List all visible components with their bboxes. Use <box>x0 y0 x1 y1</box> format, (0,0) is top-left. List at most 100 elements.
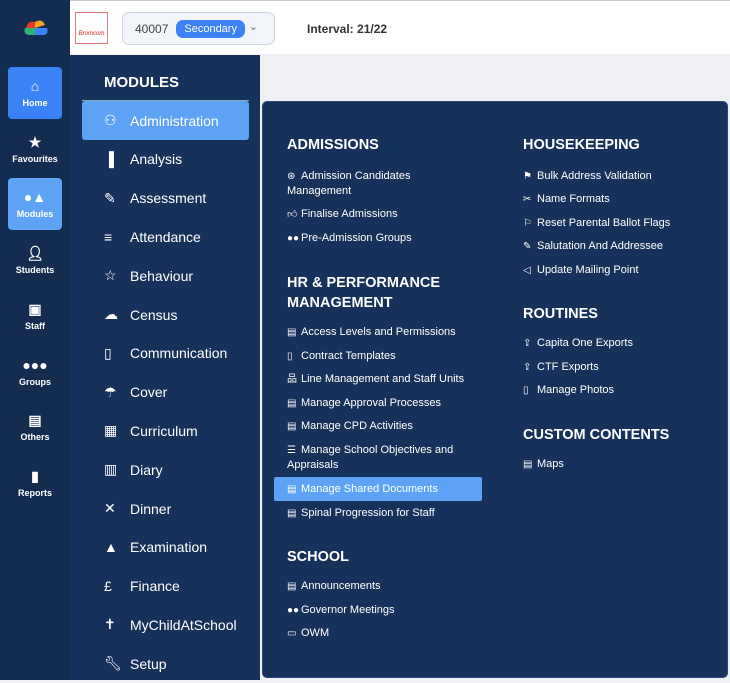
module-item-finance[interactable]: £ Finance <box>82 567 249 606</box>
module-label: Finance <box>130 578 180 595</box>
menu-item[interactable]: ●● Governor Meetings <box>287 603 395 618</box>
module-item-setup[interactable]: 🔧︎ Setup <box>82 644 249 683</box>
menu-item[interactable]: ●● Pre-Admission Groups <box>287 231 412 246</box>
menu-item[interactable]: 👍︎ Finalise Admissions <box>287 207 398 222</box>
menu-item[interactable]: ⚑ Bulk Address Validation <box>523 169 652 184</box>
window-icon: ▭ <box>287 628 297 639</box>
school-type-badge: Secondary <box>176 19 245 38</box>
menu-item[interactable]: ▤ Maps <box>523 457 564 472</box>
left-rail: ⌂ Home ★ Favourites ●▲ Modules 👤︎ Students ▣… <box>0 0 70 680</box>
top-header: Bromcom 40007 Secondary ⌄ Interval: 21/2… <box>70 0 730 54</box>
menu-item[interactable]: ⇪ CTF Exports <box>523 360 599 375</box>
id-icon: ⊛ <box>287 171 296 182</box>
menu-item[interactable]: ◁ Update Mailing Point <box>523 263 639 278</box>
module-item-administration[interactable]: ⚇ Administration <box>82 101 249 140</box>
rail-modules[interactable]: ●▲ Modules <box>8 178 62 230</box>
menu-item[interactable]: ☰ Manage School Objectives and Appraisals <box>287 443 467 473</box>
menu-item[interactable]: ▯ Contract Templates <box>287 349 396 364</box>
upload-icon: ⇪ <box>523 362 532 373</box>
chevron-down-icon: ⌄ <box>248 21 258 33</box>
cloud-upload-icon: ☁ <box>104 306 118 322</box>
menu-item[interactable]: ▤ Spinal Progression for Staff <box>287 506 435 521</box>
menu-item-label: Bulk Address Validation <box>537 170 652 182</box>
module-item-analysis[interactable]: ▐ Analysis <box>82 140 249 179</box>
module-item-dinner[interactable]: ✕ Dinner <box>82 489 249 528</box>
module-item-examination[interactable]: ▲ Examination <box>82 528 249 567</box>
module-item-census[interactable]: ☁ Census <box>82 295 249 334</box>
section-heading-hr: HR & PERFORMANCE MANAGEMENT <box>287 275 441 311</box>
rail-groups[interactable]: ●●● Groups <box>8 346 62 398</box>
menu-item-label: CTF Exports <box>537 361 599 373</box>
users-icon: ⚇ <box>104 112 117 128</box>
newspaper-icon: ▤ <box>287 581 297 592</box>
pencil-icon: ✎ <box>104 189 116 206</box>
section-heading-school: SCHOOL <box>287 549 350 565</box>
menu-item[interactable]: ▤ Manage CPD Activities <box>287 419 413 434</box>
module-item-cover[interactable]: ☂ Cover <box>82 373 249 412</box>
menu-item-label: Maps <box>537 458 564 470</box>
menu-item-label: Manage CPD Activities <box>301 420 413 432</box>
menu-item[interactable]: ▤ Access Levels and Permissions <box>287 325 456 340</box>
administration-flyout: ADMISSIONS ⊛ Admission Candidates Manageme… <box>262 101 728 678</box>
user-icon: 👤︎ <box>26 245 44 261</box>
menu-item-label: Manage Shared Documents <box>301 483 438 495</box>
module-item-diary[interactable]: ▥ Diary <box>82 450 249 489</box>
menu-item[interactable]: ⊛ Admission Candidates Management <box>287 169 467 199</box>
home-icon: ⌂ <box>30 78 40 94</box>
menu-item[interactable]: ✂ Name Formats <box>523 192 610 207</box>
modules-title: MODULES <box>104 74 179 91</box>
module-item-attendance[interactable]: ≡ Attendance <box>82 217 249 256</box>
thumbs-up-icon: 👍︎ <box>287 209 298 220</box>
menu-item[interactable]: ▤ Manage Approval Processes <box>287 396 441 411</box>
menu-item-label: Announcements <box>301 580 381 592</box>
interval-label: Interval: 21/22 <box>307 22 388 36</box>
module-label: Setup <box>130 655 167 672</box>
menu-item[interactable]: ▭ OWM <box>287 626 329 641</box>
book-icon: ▥ <box>104 461 118 478</box>
module-label: Assessment <box>130 190 207 207</box>
rail-students[interactable]: 👤︎ Students <box>8 234 62 286</box>
signs-icon: ⚑ <box>523 171 532 182</box>
module-item-communication[interactable]: ▯ Communication <box>82 334 249 373</box>
module-item-behaviour[interactable]: ☆ Behaviour <box>82 256 249 295</box>
school-selector[interactable]: 40007 Secondary ⌄ <box>122 12 275 45</box>
module-label: Analysis <box>130 151 183 168</box>
menu-item-label: Name Formats <box>537 193 610 205</box>
calendar-icon: ▦ <box>104 422 118 439</box>
menu-item[interactable]: ▤ Announcements <box>287 579 381 594</box>
file-icon: ▮ <box>31 468 39 484</box>
menu-item-label: Update Mailing Point <box>537 264 639 276</box>
menu-item[interactable]: ⚐ Reset Parental Ballot Flags <box>523 216 670 231</box>
wrench-icon: 🔧︎ <box>104 655 122 672</box>
staff-icon: ▣ <box>28 301 42 317</box>
module-label: Attendance <box>130 228 201 245</box>
rail-label: Modules <box>16 209 54 219</box>
section-heading-housekeeping: HOUSEKEEPING <box>523 137 640 153</box>
table-icon: ▤ <box>287 421 297 432</box>
rail-home[interactable]: ⌂ Home <box>8 67 62 119</box>
rail-label: Favourites <box>12 154 58 164</box>
star-icon: ★ <box>28 134 42 150</box>
rail-label: Students <box>15 265 55 275</box>
rail-staff[interactable]: ▣ Staff <box>8 290 62 342</box>
menu-item-label: Pre-Admission Groups <box>301 232 412 244</box>
image-file-icon: ▯ <box>523 385 529 396</box>
module-item-curriculum[interactable]: ▦ Curriculum <box>82 411 249 450</box>
module-item-mychildatschool[interactable]: ✝ MyChildAtSchool <box>82 605 249 644</box>
users-icon: ●●● <box>22 357 48 373</box>
module-item-assessment[interactable]: ✎ Assessment <box>82 179 249 218</box>
menu-item[interactable]: ⇪ Capita One Exports <box>523 336 633 351</box>
users-icon: ●● <box>287 605 300 616</box>
rail-favourites[interactable]: ★ Favourites <box>8 123 62 175</box>
menu-item[interactable]: ▯ Manage Photos <box>523 383 614 398</box>
rail-reports[interactable]: ▮ Reports <box>8 457 62 509</box>
menu-item-label: Spinal Progression for Staff <box>301 507 435 519</box>
pound-icon: £ <box>104 578 112 595</box>
rail-label: Reports <box>17 488 52 498</box>
menu-item-label: Salutation And Addressee <box>537 240 663 252</box>
section-heading-routines: ROUTINES <box>523 306 598 322</box>
menu-item[interactable]: 品 Line Management and Staff Units <box>287 372 464 387</box>
rail-others[interactable]: ▤ Others <box>8 401 62 453</box>
menu-item[interactable]: ✎ Salutation And Addressee <box>523 239 663 254</box>
menu-item[interactable]: ▤ Manage Shared Documents <box>274 477 482 501</box>
